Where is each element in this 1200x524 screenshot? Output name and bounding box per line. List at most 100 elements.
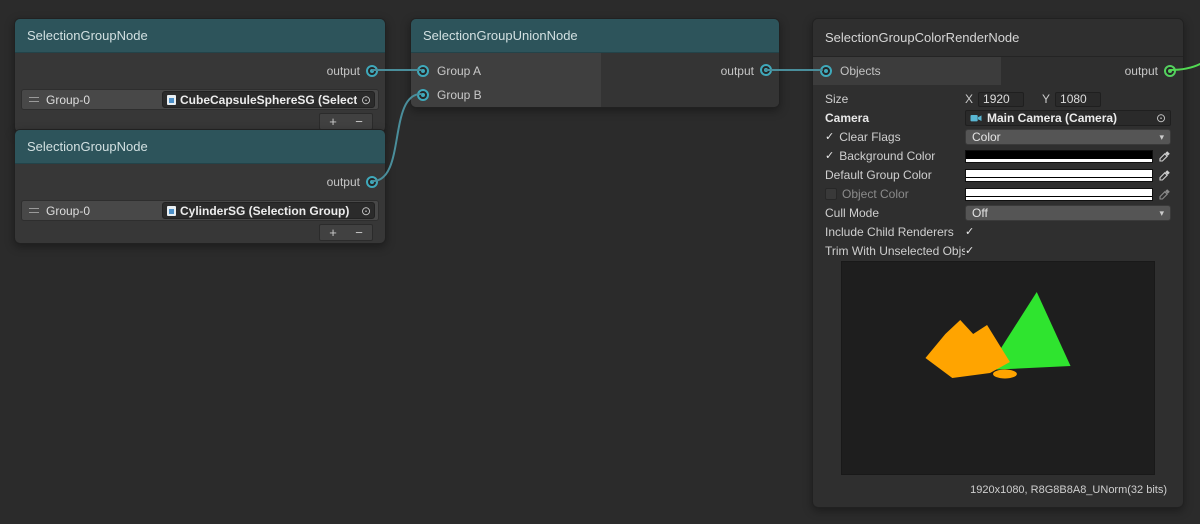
default-group-color-swatch[interactable] [965,169,1153,182]
object-color-label: Object Color [842,187,909,201]
sg2-output-port[interactable] [366,176,378,188]
add-group-button[interactable]: + [329,115,337,128]
size-row: Size X 1920 Y 1080 [825,90,1171,108]
group-name-label: Group-0 [46,93,162,107]
group-name-label: Group-0 [46,204,162,218]
output-row: output [15,53,385,89]
trim-label: Trim With Unselected Objs [825,244,965,258]
list-footer: + − [319,224,373,241]
output-port-label: output [1125,64,1158,78]
render-objects-port[interactable] [820,65,832,77]
camera-label: Camera [825,111,869,125]
render-preview [841,261,1155,475]
selection-group-object-field[interactable]: CylinderSG (Selection Group) ⊙ [162,202,375,219]
selection-group-asset-icon [167,206,176,216]
preview-orange-ellipse [993,370,1017,379]
selection-group-node-1[interactable]: SelectionGroupNode output Group-0 CubeCa… [14,18,386,133]
port-row: Objects output [813,57,1183,85]
include-child-renderers-row: Include Child Renderers ✓ [825,223,1171,241]
selection-group-asset-icon [167,95,176,105]
union-group-b-port[interactable] [417,89,429,101]
size-label: Size [825,92,848,106]
background-color-checkbox[interactable]: ✓ [825,151,834,162]
object-color-swatch[interactable] [965,188,1153,201]
input-row-group-b: Group B [411,83,601,107]
background-color-row: ✓ Background Color [825,147,1171,165]
add-group-button[interactable]: + [329,226,337,239]
group-row[interactable]: Group-0 CubeCapsuleSphereSG (Selecti ⊙ [21,89,379,110]
selection-group-node-2[interactable]: SelectionGroupNode output Group-0 Cylind… [14,129,386,244]
output-row: output [15,164,385,200]
union-group-a-port[interactable] [417,65,429,77]
preview-caption: 1920x1080, R8G8B8A8_UNorm(32 bits) [813,484,1183,496]
background-color-label: Background Color [839,149,935,163]
node-title-label: SelectionGroupNode [27,28,148,43]
clear-flags-dropdown[interactable]: Color ▾ [965,129,1171,145]
selection-group-object-field[interactable]: CubeCapsuleSphereSG (Selecti ⊙ [162,91,375,108]
node-title-label: SelectionGroupColorRenderNode [825,30,1019,45]
cull-mode-value: Off [972,206,988,220]
camera-icon [970,113,982,123]
cull-mode-label: Cull Mode [825,206,879,220]
object-picker-icon[interactable]: ⊙ [361,94,371,106]
object-picker-icon[interactable]: ⊙ [361,205,371,217]
camera-value: Main Camera (Camera) [987,111,1151,125]
sg1-output-port[interactable] [366,65,378,77]
inspector-rows: Size X 1920 Y 1080 Camera Main Camera (C… [813,85,1183,260]
drag-handle-icon[interactable] [29,97,39,102]
object-field-value: CubeCapsuleSphereSG (Selecti [180,93,357,107]
remove-group-button[interactable]: − [355,115,363,128]
chevron-down-icon: ▾ [1159,132,1164,143]
node-title-label: SelectionGroupNode [27,139,148,154]
cull-mode-dropdown[interactable]: Off ▾ [965,205,1171,221]
camera-row: Camera Main Camera (Camera) ⊙ [825,109,1171,127]
remove-group-button[interactable]: − [355,226,363,239]
input-port-label: Group A [437,64,481,78]
size-x-label: X [965,92,973,106]
default-group-color-label: Default Group Color [825,168,932,182]
clear-flags-value: Color [972,130,1001,144]
input-row-group-a: Group A [411,59,601,83]
selection-group-union-node[interactable]: SelectionGroupUnionNode Group A Group B … [410,18,780,108]
eyedropper-icon[interactable] [1158,188,1171,201]
cull-mode-row: Cull Mode Off ▾ [825,204,1171,222]
eyedropper-icon[interactable] [1158,169,1171,182]
object-picker-icon[interactable]: ⊙ [1156,112,1166,124]
node-title-label: SelectionGroupUnionNode [423,28,578,43]
include-child-renderers-label: Include Child Renderers [825,225,954,239]
node-body: Group A Group B output [411,53,779,108]
clear-flags-checkbox[interactable]: ✓ [825,132,834,143]
node-title-bar[interactable]: SelectionGroupUnionNode [411,19,779,53]
input-ports-panel: Group A Group B [411,53,601,108]
selection-group-color-render-node[interactable]: SelectionGroupColorRenderNode Objects ou… [812,18,1184,508]
node-title-bar[interactable]: SelectionGroupNode [15,19,385,53]
include-child-renderers-checkbox[interactable]: ✓ [965,227,974,238]
node-title-bar[interactable]: SelectionGroupColorRenderNode [813,19,1183,57]
output-group: output [1125,64,1183,78]
clear-flags-row: ✓ Clear Flags Color ▾ [825,128,1171,146]
eyedropper-icon[interactable] [1158,150,1171,163]
output-port-label: output [327,64,360,78]
drag-handle-icon[interactable] [29,208,39,213]
output-ports-panel: output [601,53,779,108]
input-port-label: Group B [437,88,482,102]
preview-image [842,262,1154,474]
background-color-swatch[interactable] [965,150,1153,163]
size-y-input[interactable]: 1080 [1055,92,1101,107]
size-y-label: Y [1042,92,1050,106]
union-output-port[interactable] [760,64,772,76]
camera-object-field[interactable]: Main Camera (Camera) ⊙ [965,110,1171,126]
chevron-down-icon: ▾ [1159,208,1164,219]
object-color-checkbox[interactable] [825,188,837,200]
trim-row: Trim With Unselected Objs ✓ [825,242,1171,260]
size-x-input[interactable]: 1920 [978,92,1024,107]
clear-flags-label: Clear Flags [839,130,900,144]
list-footer: + − [319,113,373,130]
group-row[interactable]: Group-0 CylinderSG (Selection Group) ⊙ [21,200,379,221]
trim-checkbox[interactable]: ✓ [965,246,974,257]
default-group-color-row: Default Group Color [825,166,1171,184]
object-field-value: CylinderSG (Selection Group) [180,204,357,218]
node-title-bar[interactable]: SelectionGroupNode [15,130,385,164]
object-color-row: Object Color [825,185,1171,203]
render-output-port[interactable] [1164,65,1176,77]
